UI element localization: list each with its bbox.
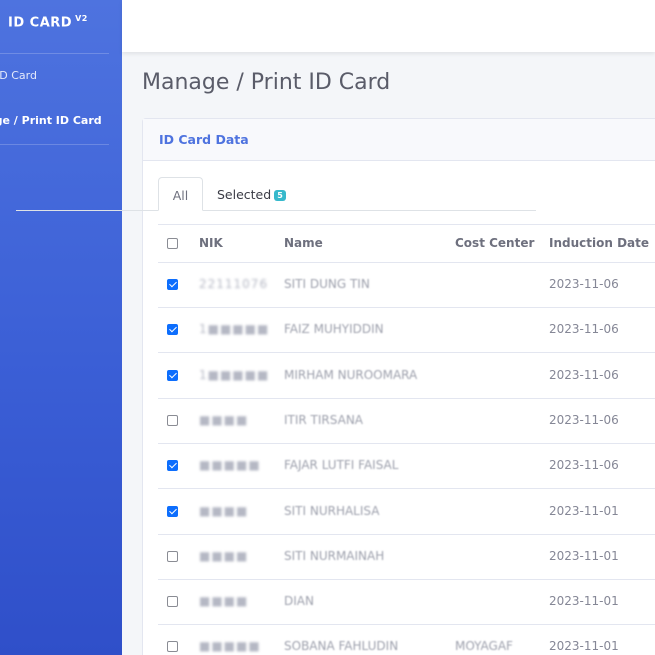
sidebar: ID CARDV2 ID Card Manage / Print ID Card (0, 0, 122, 655)
sidebar-brand[interactable]: ID CARD V2 (8, 14, 88, 30)
row-divider (158, 397, 655, 399)
row-checkbox[interactable] (167, 460, 178, 472)
brand-version: V2 (75, 14, 88, 23)
induction-date-cell: 2023-11-06 (549, 277, 619, 291)
row-divider (158, 578, 655, 580)
name-cell: FAIZ MUHYIDDIN (284, 322, 384, 337)
row-checkbox[interactable] (167, 550, 178, 562)
nik-cell: 22111076 (199, 277, 269, 291)
row-checkbox[interactable] (167, 279, 178, 290)
nik-cell: ■■■■■ (199, 458, 261, 473)
induction-date-cell: 2023-11-06 (549, 367, 619, 382)
sidebar-divider (0, 144, 109, 145)
topbar (122, 0, 655, 52)
selected-count-badge: 5 (274, 190, 286, 201)
induction-date-cell: 2023-11-01 (549, 548, 619, 563)
induction-date-cell: 2023-11-01 (549, 594, 619, 609)
nik-cell: ■■■■■ (199, 639, 261, 654)
induction-date-cell: 2023-11-01 (549, 503, 619, 518)
table-top-border (158, 224, 655, 225)
name-cell: FAJAR LUTFI FAISAL (284, 458, 399, 473)
row-checkbox[interactable] (167, 505, 178, 517)
row-checkbox[interactable] (167, 641, 178, 653)
row-divider (158, 624, 655, 626)
tab-all[interactable]: All (158, 177, 203, 211)
nik-cell: ■■■■ (199, 503, 249, 518)
nik-cell: 1■■■■■ (199, 367, 270, 382)
brand-text: ID CARD (8, 15, 73, 31)
row-divider (158, 307, 655, 308)
page-title: Manage / Print ID Card (142, 70, 391, 95)
row-divider (158, 488, 655, 490)
row-divider (158, 533, 655, 535)
nik-cell: ■■■■ (199, 594, 249, 609)
table-header-border (158, 262, 655, 263)
sidebar-divider (0, 53, 109, 54)
column-header-cost-center[interactable]: Cost Center (455, 236, 534, 250)
row-divider (158, 352, 655, 354)
nik-cell: ■■■■ (199, 548, 249, 563)
row-checkbox[interactable] (167, 596, 178, 608)
column-header-induction-date[interactable]: Induction Date (549, 236, 649, 250)
name-cell: SITI DUNG TIN (284, 277, 370, 291)
name-cell: ITIR TIRSANA (284, 412, 364, 427)
nik-cell: 1■■■■■ (199, 322, 270, 337)
column-header-name[interactable]: Name (284, 236, 323, 250)
name-cell: SOBANA FAHLUDIN (284, 639, 399, 654)
name-cell: DIAN (284, 594, 314, 609)
row-divider (158, 442, 655, 444)
card-header-title: ID Card Data (159, 132, 249, 147)
row-checkbox[interactable] (167, 324, 178, 336)
column-header-nik[interactable]: NIK (199, 236, 223, 250)
tab-selected[interactable]: Selected 5 (217, 177, 286, 211)
sidebar-item-id-card[interactable]: ID Card (0, 69, 37, 82)
name-cell: SITI NURMAINAH (284, 548, 385, 563)
name-cell: MIRHAM NUROOMARA (284, 367, 418, 382)
induction-date-cell: 2023-11-06 (549, 322, 619, 337)
row-checkbox[interactable] (167, 414, 178, 426)
induction-date-cell: 2023-11-01 (549, 639, 619, 654)
row-checkbox[interactable] (167, 369, 178, 381)
induction-date-cell: 2023-11-06 (549, 412, 619, 427)
induction-date-cell: 2023-11-06 (549, 458, 619, 473)
tab-selected-label: Selected (217, 187, 272, 202)
cost-center-cell: MOYAGAF (455, 639, 513, 654)
sidebar-item-manage-print[interactable]: Manage / Print ID Card (0, 114, 102, 127)
select-all-checkbox[interactable] (167, 238, 178, 249)
name-cell: SITI NURHALISA (284, 503, 380, 518)
nik-cell: ■■■■ (199, 412, 249, 427)
card-header: ID Card Data (143, 119, 655, 161)
